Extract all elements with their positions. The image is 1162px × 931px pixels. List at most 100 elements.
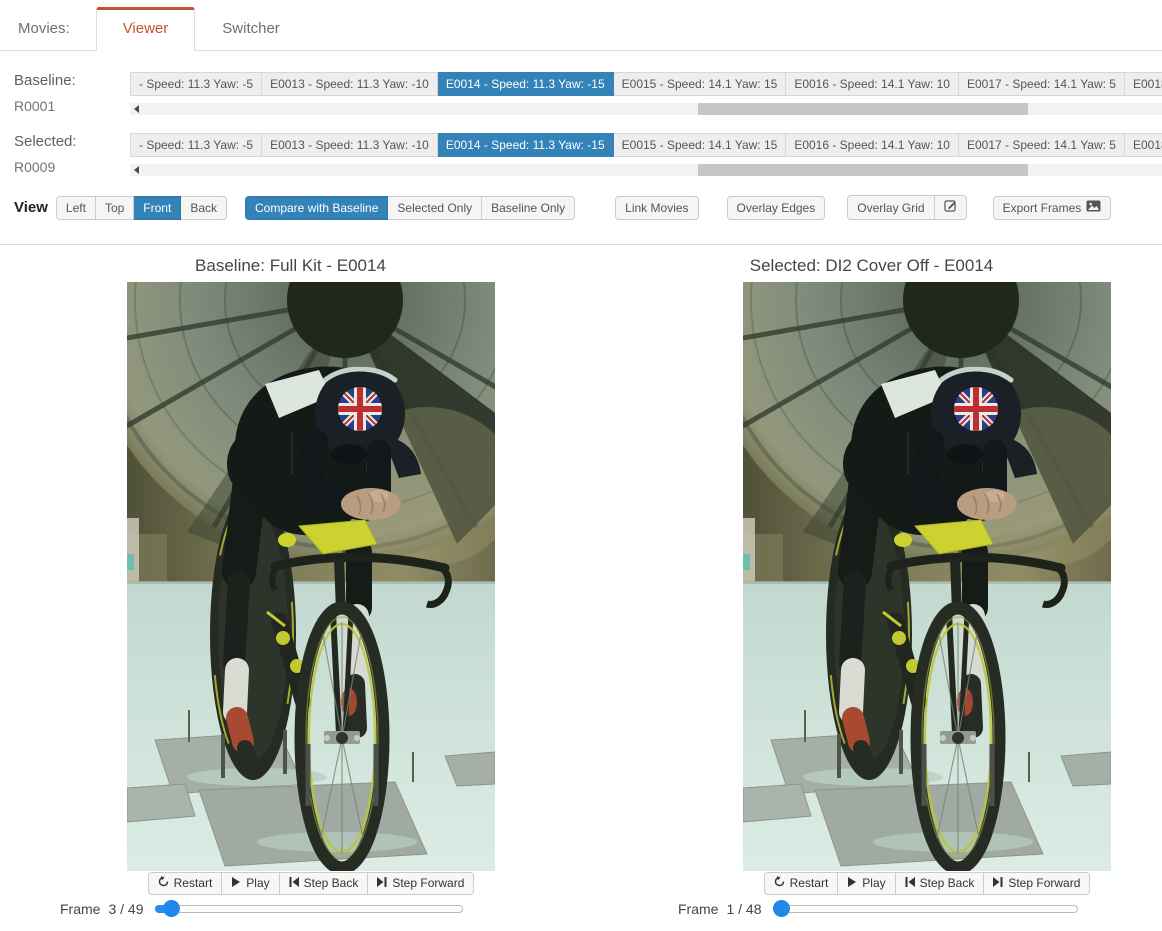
- selected-viewer: Selected: DI2 Cover Off - E0014 Restart …: [581, 245, 1162, 917]
- view-label: View: [14, 199, 48, 216]
- view-direction-group: Left Top Front Back: [56, 196, 227, 220]
- image-icon: [1086, 200, 1101, 216]
- movie-chip[interactable]: - Speed: 11.3 Yaw: -5: [130, 133, 262, 157]
- tab-bar: Movies: Viewer Switcher: [0, 0, 1162, 51]
- movie-chip[interactable]: E0015 - Speed: 14.1 Yaw: 15: [614, 133, 787, 157]
- view-front-button[interactable]: Front: [134, 196, 181, 220]
- frame-counter: Frame 3 / 49: [60, 901, 143, 917]
- movie-chip[interactable]: E0015 - Speed: 14.1 Yaw: 15: [614, 72, 787, 96]
- play-button[interactable]: Play: [222, 872, 279, 895]
- frame-label: Frame: [60, 901, 100, 917]
- overlay-grid-button[interactable]: Overlay Grid: [847, 195, 934, 220]
- frame-slider[interactable]: [773, 900, 1078, 917]
- movie-chip[interactable]: E0016 - Speed: 14.1 Yaw: 10: [786, 72, 959, 96]
- viewer-area: Baseline: Full Kit - E0014 Restart Play …: [0, 245, 1162, 917]
- compare-mode-group: Compare with Baseline Selected Only Base…: [245, 196, 575, 220]
- step-forward-icon: [377, 876, 387, 891]
- movie-chip[interactable]: E0013 - Speed: 11.3 Yaw: -10: [262, 72, 438, 96]
- step-forward-label: Step Forward: [392, 876, 464, 891]
- baseline-run-id: R0001: [14, 98, 130, 114]
- baseline-scrollbar[interactable]: [130, 103, 1162, 115]
- slider-track[interactable]: [155, 905, 463, 913]
- movie-chip[interactable]: E0013 - Speed: 11.3 Yaw: -10: [262, 133, 438, 157]
- selected-run-id: R0009: [14, 159, 130, 175]
- scrollbar-thumb[interactable]: [698, 103, 1028, 115]
- play-label: Play: [246, 876, 269, 891]
- scrollbar-thumb[interactable]: [698, 164, 1028, 176]
- movie-chip[interactable]: E0017 - Speed: 14.1 Yaw: 5: [959, 72, 1125, 96]
- play-button[interactable]: Play: [838, 872, 895, 895]
- view-top-button[interactable]: Top: [96, 196, 134, 220]
- selected-playback-controls: Restart Play Step Back Step Forward: [743, 872, 1111, 895]
- scroll-left-icon[interactable]: [134, 105, 139, 113]
- slider-thumb[interactable]: [163, 900, 180, 917]
- movie-chip[interactable]: E0017 - Speed: 14.1 Yaw: 5: [959, 133, 1125, 157]
- movie-chip[interactable]: E0018: [1125, 72, 1162, 96]
- selected-scrollbar[interactable]: [130, 164, 1162, 176]
- step-back-icon: [905, 876, 915, 891]
- selected-label: Selected:: [14, 133, 130, 150]
- restart-icon: [774, 876, 785, 891]
- baseline-video-frame: [127, 282, 495, 871]
- scroll-left-icon[interactable]: [134, 166, 139, 174]
- frame-counter: Frame 1 / 48: [678, 901, 761, 917]
- play-label: Play: [862, 876, 885, 891]
- play-icon: [231, 876, 241, 891]
- step-back-icon: [289, 876, 299, 891]
- restart-label: Restart: [790, 876, 829, 891]
- export-frames-label: Export Frames: [1003, 200, 1082, 216]
- selected-row: Selected: R0009 - Speed: 11.3 Yaw: -5 E0…: [14, 133, 1162, 176]
- compare-with-baseline-button[interactable]: Compare with Baseline: [245, 196, 388, 220]
- step-forward-icon: [993, 876, 1003, 891]
- overlay-grid-edit-button[interactable]: [935, 195, 967, 220]
- baseline-viewer-title: Baseline: Full Kit - E0014: [0, 256, 581, 276]
- step-back-label: Step Back: [920, 876, 975, 891]
- selected-video-frame: [743, 282, 1111, 871]
- frame-value: 3 / 49: [108, 901, 143, 917]
- view-left-button[interactable]: Left: [56, 196, 96, 220]
- selected-strip: - Speed: 11.3 Yaw: -5 E0013 - Speed: 11.…: [130, 133, 1162, 176]
- baseline-row: Baseline: R0001 - Speed: 11.3 Yaw: -5 E0…: [14, 72, 1162, 115]
- selected-only-button[interactable]: Selected Only: [388, 196, 482, 220]
- movie-chip[interactable]: E0016 - Speed: 14.1 Yaw: 10: [786, 133, 959, 157]
- frame-label: Frame: [678, 901, 718, 917]
- step-back-label: Step Back: [304, 876, 359, 891]
- export-frames-button[interactable]: Export Frames: [993, 196, 1112, 220]
- tab-switcher[interactable]: Switcher: [195, 7, 307, 51]
- step-forward-button[interactable]: Step Forward: [368, 872, 474, 895]
- view-bar: View Left Top Front Back Compare with Ba…: [14, 195, 1162, 220]
- slider-track[interactable]: [773, 905, 1078, 913]
- restart-button[interactable]: Restart: [148, 872, 223, 895]
- play-icon: [847, 876, 857, 891]
- movie-chip[interactable]: - Speed: 11.3 Yaw: -5: [130, 72, 262, 96]
- frame-slider[interactable]: [155, 900, 463, 917]
- baseline-row-label: Baseline: R0001: [14, 72, 130, 115]
- baseline-only-button[interactable]: Baseline Only: [482, 196, 575, 220]
- baseline-label: Baseline:: [14, 72, 130, 89]
- restart-button[interactable]: Restart: [764, 872, 839, 895]
- baseline-strip: - Speed: 11.3 Yaw: -5 E0013 - Speed: 11.…: [130, 72, 1162, 115]
- link-movies-button[interactable]: Link Movies: [615, 196, 698, 220]
- selected-viewer-title: Selected: DI2 Cover Off - E0014: [581, 256, 1162, 276]
- selected-frame-row: Frame 1 / 48: [678, 900, 1078, 917]
- movie-chip-selected[interactable]: E0014 - Speed: 11.3 Yaw: -15: [438, 72, 614, 96]
- step-forward-label: Step Forward: [1008, 876, 1080, 891]
- slider-thumb[interactable]: [773, 900, 790, 917]
- movie-chip-selected[interactable]: E0014 - Speed: 11.3 Yaw: -15: [438, 133, 614, 157]
- selected-row-label: Selected: R0009: [14, 133, 130, 176]
- overlay-edges-button[interactable]: Overlay Edges: [727, 196, 826, 220]
- movie-chip[interactable]: E0018: [1125, 133, 1162, 157]
- step-forward-button[interactable]: Step Forward: [984, 872, 1090, 895]
- view-back-button[interactable]: Back: [181, 196, 227, 220]
- movies-label: Movies:: [16, 9, 96, 50]
- baseline-frame-row: Frame 3 / 49: [60, 900, 463, 917]
- step-back-button[interactable]: Step Back: [896, 872, 985, 895]
- tab-viewer[interactable]: Viewer: [96, 7, 196, 51]
- overlay-grid-group: Overlay Grid: [847, 195, 966, 220]
- baseline-viewer: Baseline: Full Kit - E0014 Restart Play …: [0, 245, 581, 917]
- restart-label: Restart: [174, 876, 213, 891]
- restart-icon: [158, 876, 169, 891]
- baseline-playback-controls: Restart Play Step Back Step Forward: [127, 872, 495, 895]
- step-back-button[interactable]: Step Back: [280, 872, 369, 895]
- frame-value: 1 / 48: [726, 901, 761, 917]
